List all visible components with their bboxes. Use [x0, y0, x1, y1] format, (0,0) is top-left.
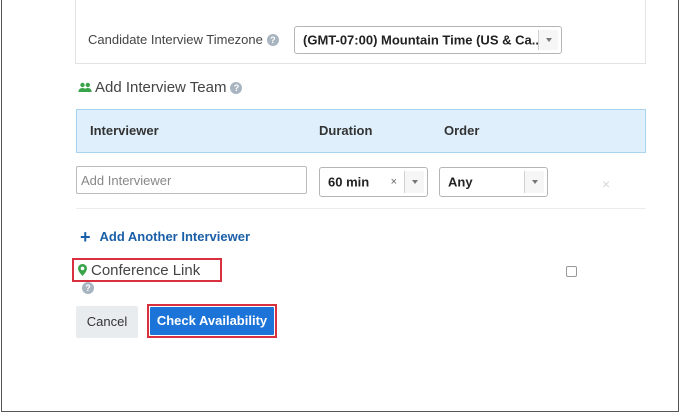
plus-icon: + [80, 227, 91, 247]
question-circle-icon[interactable]: ? [266, 34, 279, 46]
add-another-label: Add Another Interviewer [99, 229, 250, 244]
timezone-select[interactable]: (GMT-07:00) Mountain Time (US & Ca... [294, 26, 562, 54]
conference-link-checkbox[interactable] [566, 266, 577, 277]
order-select-value: Any [448, 174, 473, 190]
interview-team-title-text: Add Interview Team [95, 79, 227, 96]
question-circle-icon[interactable]: ? [230, 82, 243, 94]
duration-select[interactable]: 60 min × [319, 167, 428, 197]
interview-team-title: Add Interview Team? [78, 79, 243, 96]
map-pin-icon [78, 264, 87, 276]
chevron-down-icon[interactable] [524, 171, 544, 193]
team-table-header: Interviewer Duration Order [76, 109, 646, 153]
duration-select-value: 60 min [328, 174, 370, 190]
column-header-interviewer: Interviewer [90, 123, 159, 138]
column-header-duration: Duration [319, 123, 373, 138]
timezone-label-text: Candidate Interview Timezone [88, 32, 263, 47]
timezone-select-value: (GMT-07:00) Mountain Time (US & Ca... [303, 32, 543, 48]
row-divider [76, 208, 646, 209]
conference-link-label: Conference Link? [72, 258, 222, 294]
column-header-order: Order [444, 123, 480, 138]
chevron-down-icon[interactable] [538, 30, 558, 50]
clear-icon[interactable]: × [391, 176, 397, 188]
remove-row-icon[interactable]: × [602, 176, 610, 192]
check-availability-button[interactable]: Check Availability [150, 307, 274, 335]
question-circle-icon[interactable]: ? [82, 282, 94, 294]
check-availability-highlight: Check Availability [147, 304, 277, 338]
timezone-label: Candidate Interview Timezone? [88, 32, 279, 47]
add-another-interviewer-link[interactable]: + Add Another Interviewer [80, 227, 250, 248]
order-select[interactable]: Any [439, 167, 548, 197]
conference-link-text: Conference Link [91, 262, 201, 279]
users-icon [78, 82, 92, 92]
interviewer-input[interactable]: Add Interviewer [76, 166, 307, 194]
cancel-button[interactable]: Cancel [76, 306, 138, 338]
chevron-down-icon[interactable] [404, 171, 424, 193]
